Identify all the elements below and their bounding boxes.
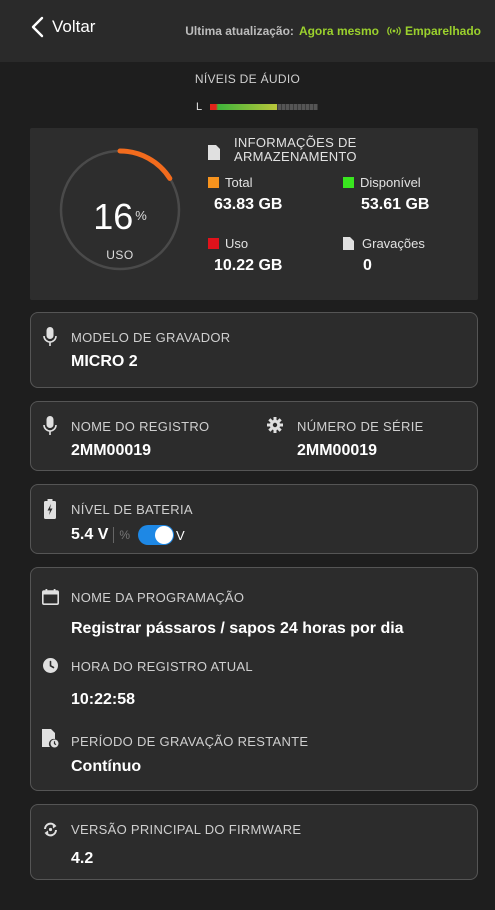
microphone-icon bbox=[43, 416, 57, 435]
record-info-card: NOME DO REGISTRO 2MM00019 NÚMERO DE SÉRI… bbox=[30, 401, 478, 471]
audio-level-fill bbox=[210, 104, 277, 110]
gear-icon bbox=[267, 417, 283, 433]
schedule-name-label: NOME DA PROGRAMAÇÃO bbox=[71, 590, 245, 605]
calendar-icon bbox=[42, 589, 59, 605]
paired-status: Emparelhado bbox=[404, 24, 481, 38]
clock-icon bbox=[43, 658, 58, 673]
stat-available: Disponível 53.61 GB bbox=[343, 175, 429, 214]
serial-number-label: NÚMERO DE SÉRIE bbox=[297, 419, 424, 434]
signal-waves-icon bbox=[387, 26, 401, 36]
recorder-model-label: MODELO DE GRAVADOR bbox=[71, 330, 231, 345]
audio-levels-title: NÍVEIS DE ÁUDIO bbox=[194, 72, 301, 86]
record-name-label: NOME DO REGISTRO bbox=[71, 419, 210, 434]
available-value: 53.61 GB bbox=[361, 196, 430, 213]
total-swatch bbox=[208, 177, 219, 188]
used-value: 10.22 GB bbox=[214, 257, 283, 274]
volt-option: V bbox=[176, 527, 185, 543]
battery-separator bbox=[113, 527, 115, 543]
percent-option: % bbox=[119, 528, 131, 542]
stat-recordings: Gravações 0 bbox=[343, 236, 425, 275]
gauge-value: 16% bbox=[58, 196, 182, 238]
storage-title: INFORMAÇÕES DE ARMAZENAMENTO bbox=[208, 136, 394, 164]
stat-used: Uso 10.22 GB bbox=[208, 236, 282, 275]
audio-meter: L bbox=[196, 101, 318, 113]
audio-channel-label: L bbox=[196, 101, 203, 113]
top-bar: Voltar Ultima atualização: Agora mesmo E… bbox=[0, 0, 495, 62]
back-label: Voltar bbox=[52, 17, 96, 36]
available-swatch bbox=[343, 177, 354, 188]
total-label: Total bbox=[225, 175, 253, 190]
unit-toggle[interactable] bbox=[138, 525, 175, 545]
stat-total: Total 63.83 GB bbox=[208, 175, 282, 214]
last-update-value: Agora mesmo bbox=[298, 24, 379, 38]
schedule-card: NOME DA PROGRAMAÇÃO Registrar pássaros /… bbox=[30, 567, 478, 791]
firmware-card: VERSÃO PRINCIPAL DO FIRMWARE 4.2 bbox=[30, 804, 478, 880]
last-update-status: Ultima atualização: Agora mesmo Emparelh… bbox=[185, 24, 481, 38]
file-clock-icon bbox=[42, 729, 59, 748]
recorder-model-card: MODELO DE GRAVADOR MICRO 2 bbox=[30, 312, 478, 388]
firmware-label: VERSÃO PRINCIPAL DO FIRMWARE bbox=[71, 822, 302, 837]
serial-number-value: 2MM00019 bbox=[297, 442, 378, 459]
available-label: Disponível bbox=[360, 175, 421, 190]
gauge-label: USO bbox=[106, 248, 134, 262]
chevron-left-icon bbox=[31, 16, 44, 38]
battery-value-row: 5.4 V % V bbox=[71, 525, 185, 545]
used-swatch bbox=[208, 238, 219, 249]
remaining-period-label: PERÍODO DE GRAVAÇÃO RESTANTE bbox=[71, 734, 309, 749]
sync-icon bbox=[44, 822, 57, 837]
recorder-model-value: MICRO 2 bbox=[71, 353, 138, 370]
audio-level-bar bbox=[210, 104, 318, 110]
battery-card: NÍVEL DE BATERIA 5.4 V % V bbox=[30, 484, 478, 554]
battery-label: NÍVEL DE BATERIA bbox=[71, 502, 193, 517]
recordings-label: Gravações bbox=[362, 236, 425, 251]
firmware-value: 4.2 bbox=[71, 850, 94, 867]
total-value: 63.83 GB bbox=[214, 196, 283, 213]
gauge-percent-symbol: % bbox=[135, 208, 147, 223]
last-update-label: Ultima atualização: bbox=[185, 24, 294, 38]
record-name-value: 2MM00019 bbox=[71, 442, 152, 459]
gauge-percent: 16 bbox=[93, 196, 134, 237]
usage-gauge: 16% USO bbox=[58, 148, 182, 272]
remaining-period-value: Contínuo bbox=[71, 758, 142, 775]
back-button[interactable]: Voltar bbox=[30, 16, 95, 38]
used-label: Uso bbox=[225, 236, 249, 251]
microphone-icon bbox=[43, 327, 57, 346]
battery-value: 5.4 V bbox=[71, 526, 109, 543]
current-time-value: 10:22:58 bbox=[71, 691, 136, 708]
recordings-value: 0 bbox=[363, 257, 372, 274]
battery-icon bbox=[44, 499, 56, 519]
storage-panel: 16% USO INFORMAÇÕES DE ARMAZENAMENTO Tot… bbox=[30, 128, 478, 300]
schedule-name-value: Registrar pássaros / sapos 24 horas por … bbox=[71, 620, 404, 637]
current-time-label: HORA DO REGISTRO ATUAL bbox=[71, 659, 253, 674]
storage-title-text: INFORMAÇÕES DE ARMAZENAMENTO bbox=[234, 135, 357, 164]
toggle-knob bbox=[155, 526, 174, 544]
document-icon bbox=[208, 145, 220, 160]
document-icon bbox=[343, 237, 354, 250]
